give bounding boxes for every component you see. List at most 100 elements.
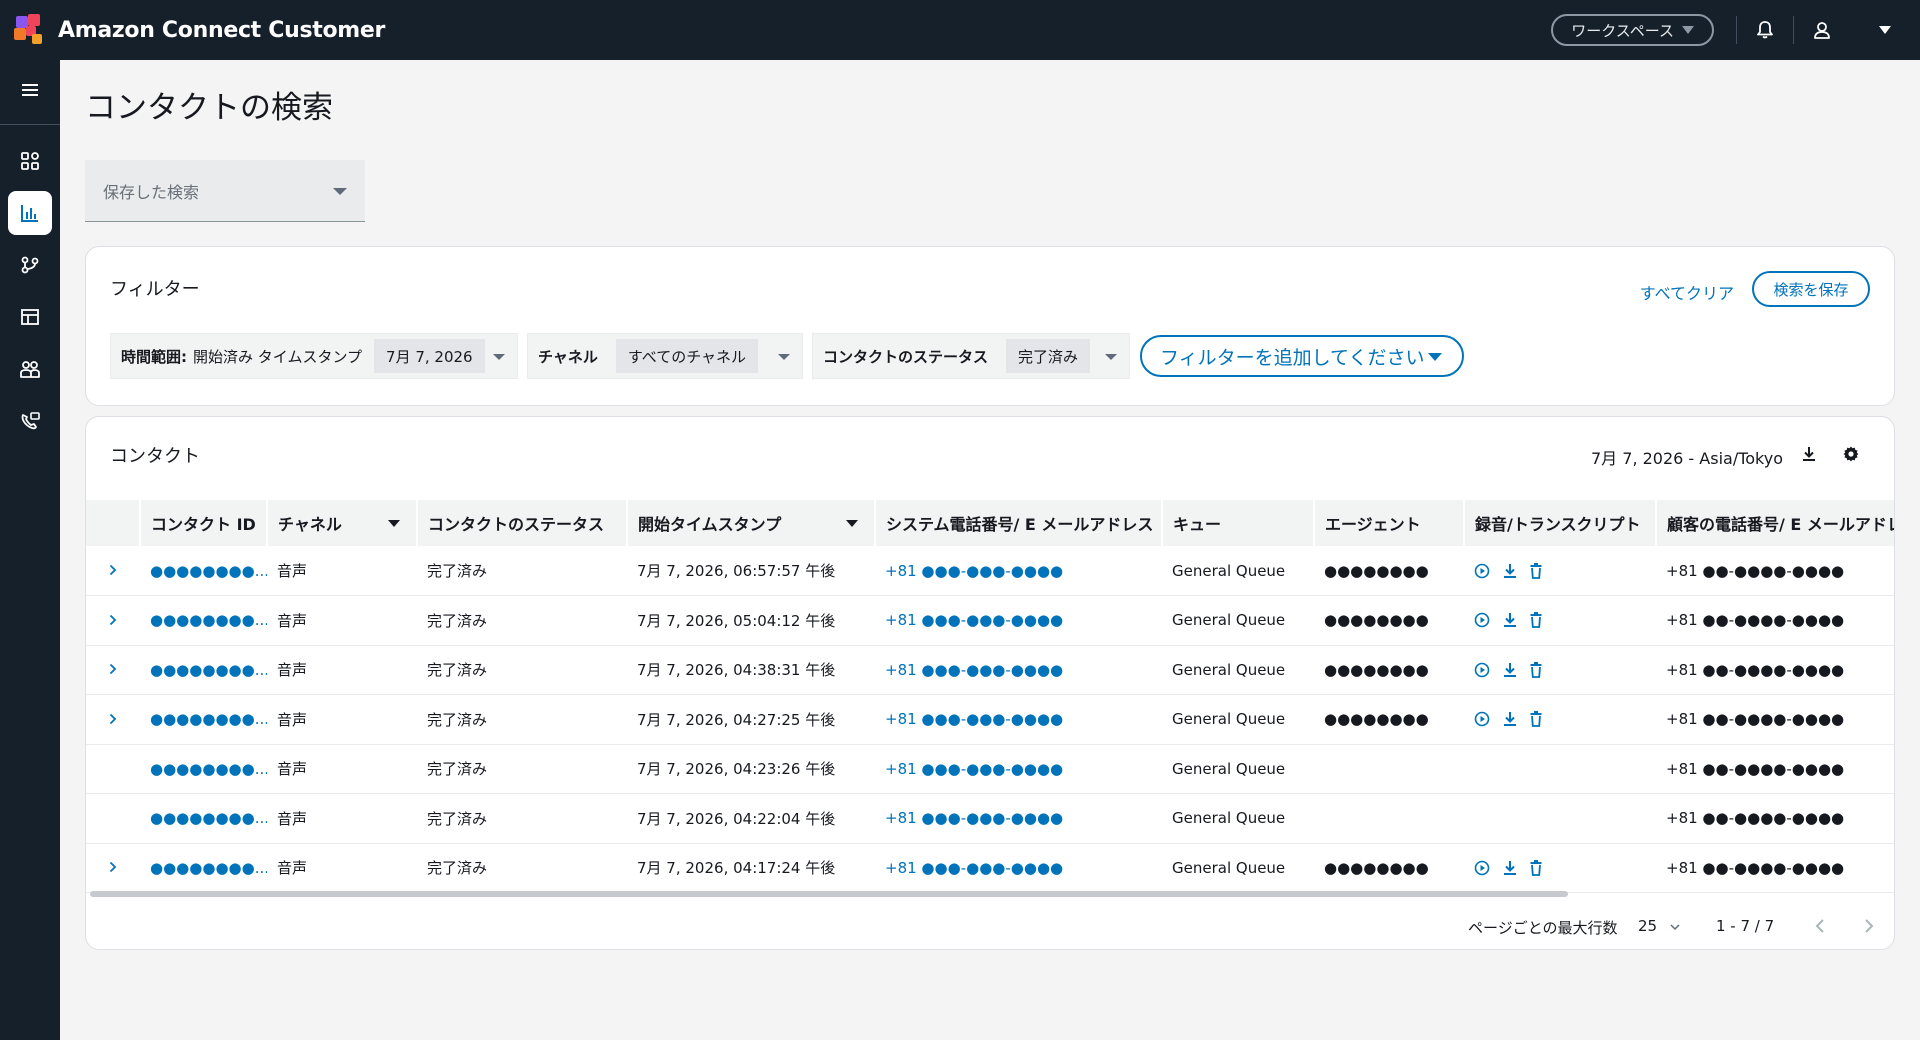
users-icon xyxy=(20,361,40,378)
filter-label: コンタクトのステータス xyxy=(823,347,989,366)
column-header[interactable]: システム電話番号/ E メールアドレス xyxy=(875,500,1163,546)
clear-all-link[interactable]: すべてクリア xyxy=(1640,280,1734,304)
download-icon[interactable] xyxy=(1503,612,1517,628)
recording-cell xyxy=(1464,744,1656,794)
expand-row-button[interactable] xyxy=(86,843,140,893)
chevron-right-icon xyxy=(109,713,117,724)
nav-contact-center[interactable] xyxy=(0,395,60,447)
expand-row-button[interactable] xyxy=(86,694,140,745)
channel-cell: 音声 xyxy=(267,595,417,646)
workspace-button[interactable]: ワークスペース xyxy=(1551,14,1714,46)
system-phone-link[interactable]: +81 ●●●-●●●-●●●● xyxy=(875,595,1162,646)
pagination-range: 1 - 7 / 7 xyxy=(1716,917,1775,935)
top-bar: Amazon Connect Customer ワークスペース xyxy=(0,0,1920,60)
saved-search-dropdown[interactable]: 保存した検索 xyxy=(85,160,365,222)
download-button[interactable] xyxy=(1798,443,1820,465)
save-search-button[interactable]: 検索を保存 xyxy=(1752,271,1870,307)
column-header[interactable]: 顧客の電話番号/ E メールアドレス xyxy=(1656,500,1894,546)
queue-cell: General Queue xyxy=(1162,645,1314,695)
system-phone-link[interactable]: +81 ●●●-●●●-●●●● xyxy=(875,744,1162,794)
delete-icon[interactable] xyxy=(1530,562,1542,579)
column-header[interactable]: コンタクト ID xyxy=(140,500,268,546)
nav-dashboard[interactable] xyxy=(0,135,60,187)
filter-contact-status[interactable]: コンタクトのステータス 完了済み xyxy=(812,333,1130,379)
expand-row-button[interactable] xyxy=(86,595,140,646)
nav-flows[interactable] xyxy=(0,239,60,291)
download-icon[interactable] xyxy=(1503,662,1517,678)
caret-down-icon xyxy=(1428,353,1442,361)
expand-row-button[interactable] xyxy=(86,546,140,596)
delete-icon[interactable] xyxy=(1530,711,1542,728)
table-row[interactable]: ●●●●●●●●... 音声 完了済み 7月 7, 2026, 04:23:26 午後… xyxy=(86,744,1894,794)
queue-cell: General Queue xyxy=(1162,793,1314,844)
add-filter-button[interactable]: フィルターを追加してください xyxy=(1140,335,1464,377)
contact-id-link[interactable]: ●●●●●●●●... xyxy=(140,546,267,596)
status-cell: 完了済み xyxy=(417,744,627,794)
customer-phone-cell: +81 ●●-●●●●-●●●● xyxy=(1656,843,1894,893)
contact-id-link[interactable]: ●●●●●●●●... xyxy=(140,744,267,794)
contact-id-link[interactable]: ●●●●●●●●... xyxy=(140,793,267,844)
customer-phone-cell: +81 ●●-●●●●-●●●● xyxy=(1656,793,1894,844)
delete-icon[interactable] xyxy=(1530,612,1542,629)
agent-cell: ●●●●●●●● xyxy=(1314,595,1464,646)
column-header[interactable]: エージェント xyxy=(1314,500,1465,546)
download-icon[interactable] xyxy=(1503,711,1517,727)
contact-id-link[interactable]: ●●●●●●●●... xyxy=(140,694,267,745)
user-menu-dropdown[interactable] xyxy=(1850,0,1920,60)
user-menu-button[interactable] xyxy=(1794,0,1850,60)
sort-icon[interactable] xyxy=(388,520,400,527)
sort-icon[interactable] xyxy=(846,520,858,527)
table-settings-button[interactable] xyxy=(1840,443,1862,465)
filter-sublabel: 開始済み タイムスタンプ xyxy=(193,347,363,366)
start-timestamp-cell: 7月 7, 2026, 04:38:31 午後 xyxy=(627,645,875,695)
menu-button[interactable] xyxy=(0,60,60,120)
notifications-button[interactable] xyxy=(1737,0,1793,60)
recording-cell xyxy=(1464,843,1656,893)
workspace-label: ワークスペース xyxy=(1571,21,1674,40)
status-cell: 完了済み xyxy=(417,546,627,596)
rows-per-page-select[interactable]: 25 xyxy=(1638,917,1680,935)
nav-analytics[interactable] xyxy=(0,187,60,239)
filter-channel[interactable]: チャネル すべてのチャネル xyxy=(527,333,803,379)
next-page-button[interactable] xyxy=(1862,917,1876,935)
system-phone-link[interactable]: +81 ●●●-●●●-●●●● xyxy=(875,694,1162,745)
table-row[interactable]: ●●●●●●●●... 音声 完了済み 7月 7, 2026, 05:04:12 午後… xyxy=(86,595,1894,646)
table-row[interactable]: ●●●●●●●●... 音声 完了済み 7月 7, 2026, 06:57:57 午後… xyxy=(86,546,1894,596)
channel-cell: 音声 xyxy=(267,793,417,844)
column-header[interactable]: キュー xyxy=(1162,500,1315,546)
nav-users[interactable] xyxy=(0,343,60,395)
download-icon[interactable] xyxy=(1503,563,1517,579)
column-header[interactable]: 録音/トランスクリプト xyxy=(1464,500,1657,546)
play-icon[interactable] xyxy=(1474,612,1490,628)
contact-id-link[interactable]: ●●●●●●●●... xyxy=(140,595,267,646)
play-icon[interactable] xyxy=(1474,711,1490,727)
table-row[interactable]: ●●●●●●●●... 音声 完了済み 7月 7, 2026, 04:17:24 午後… xyxy=(86,843,1894,893)
column-header[interactable]: コンタクトのステータス xyxy=(417,500,628,546)
nav-tables[interactable] xyxy=(0,291,60,343)
expand-row-button[interactable] xyxy=(86,645,140,695)
contact-id-link[interactable]: ●●●●●●●●... xyxy=(140,843,267,893)
play-icon[interactable] xyxy=(1474,662,1490,678)
table-row[interactable]: ●●●●●●●●... 音声 完了済み 7月 7, 2026, 04:22:04 午後… xyxy=(86,793,1894,844)
table-row[interactable]: ●●●●●●●●... 音声 完了済み 7月 7, 2026, 04:38:31 午後… xyxy=(86,645,1894,695)
filter-time-range[interactable]: 時間範囲: 開始済み タイムスタンプ 7月 7, 2026 xyxy=(110,333,518,379)
table-row[interactable]: ●●●●●●●●... 音声 完了済み 7月 7, 2026, 04:27:25 午後… xyxy=(86,694,1894,745)
table-icon xyxy=(21,309,39,325)
system-phone-link[interactable]: +81 ●●●-●●●-●●●● xyxy=(875,645,1162,695)
channel-cell: 音声 xyxy=(267,744,417,794)
column-header-channel[interactable]: チャネル xyxy=(267,500,418,546)
previous-page-button[interactable] xyxy=(1813,917,1827,935)
system-phone-link[interactable]: +81 ●●●-●●●-●●●● xyxy=(875,843,1162,893)
delete-icon[interactable] xyxy=(1530,661,1542,678)
play-icon[interactable] xyxy=(1474,563,1490,579)
download-icon[interactable] xyxy=(1503,860,1517,876)
contact-id-link[interactable]: ●●●●●●●●... xyxy=(140,645,267,695)
column-header-start[interactable]: 開始タイムスタンプ xyxy=(627,500,876,546)
flow-icon xyxy=(21,256,39,274)
horizontal-scrollbar[interactable] xyxy=(90,891,1568,897)
system-phone-link[interactable]: +81 ●●●-●●●-●●●● xyxy=(875,793,1162,844)
table-header-row: コンタクト ID チャネル コンタクトのステータス 開始タイムスタンプ システム… xyxy=(86,500,1894,546)
play-icon[interactable] xyxy=(1474,860,1490,876)
system-phone-link[interactable]: +81 ●●●-●●●-●●●● xyxy=(875,546,1162,596)
delete-icon[interactable] xyxy=(1530,859,1542,876)
